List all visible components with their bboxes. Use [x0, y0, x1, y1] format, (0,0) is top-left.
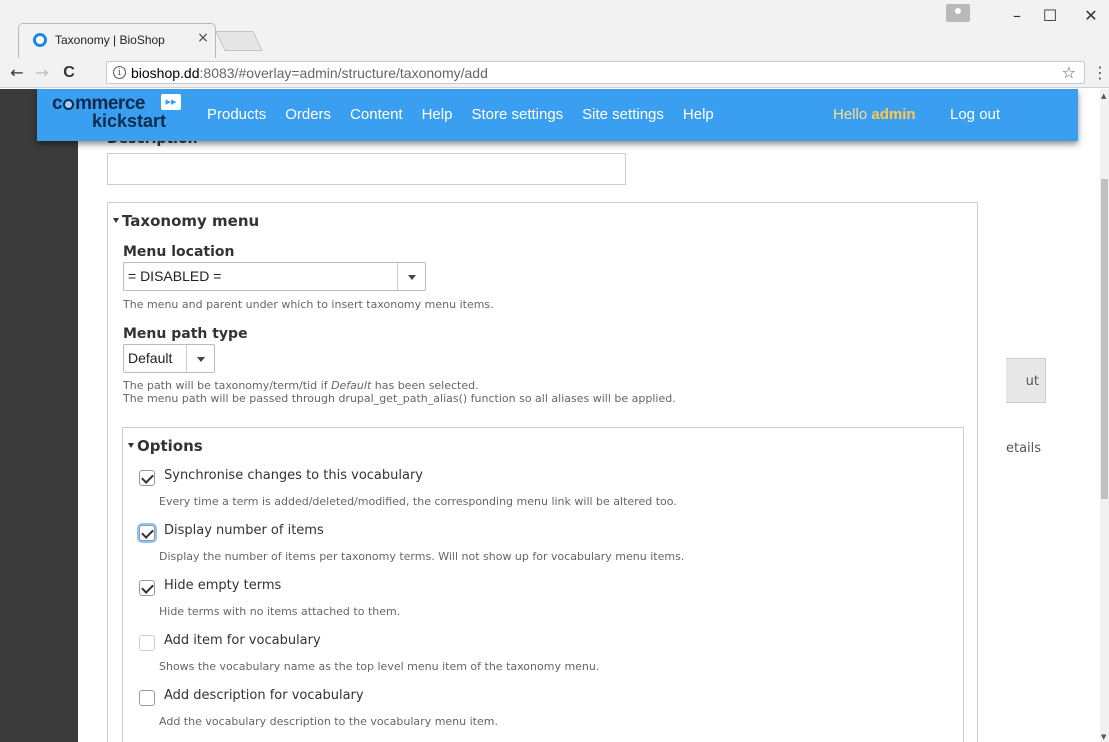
add-description-label[interactable]: Add description for vocabulary: [164, 688, 364, 703]
hide-empty-terms-help: Hide terms with no items attached to the…: [159, 605, 401, 618]
sync-changes-label[interactable]: Synchronise changes to this vocabulary: [164, 468, 423, 483]
reload-icon[interactable]: C: [58, 63, 80, 83]
logo-commerce-c: c: [52, 93, 63, 114]
taxonomy-menu-fieldset: Taxonomy menu Menu location = DISABLED =…: [107, 202, 978, 742]
close-window-icon[interactable]: ✕: [1068, 0, 1109, 32]
maximize-icon[interactable]: ☐: [1027, 0, 1073, 32]
tab-title: Taxonomy | BioShop: [55, 33, 165, 47]
browser-menu-icon[interactable]: ⋮: [1092, 63, 1108, 82]
menu-path-type-value: Default: [128, 350, 173, 366]
path-help-line-1: The path will be taxonomy/term/tid if De…: [123, 379, 479, 392]
path-help-text: The path will be taxonomy/term/tid if: [123, 379, 332, 392]
admin-toolbar: c mmerce ▸▸ kickstart Products Orders Con…: [37, 89, 1078, 141]
taxonomy-menu-legend-text: Taxonomy menu: [122, 212, 260, 230]
collapse-caret-icon: [113, 218, 119, 223]
display-number-help: Display the number of items per taxonomy…: [159, 550, 685, 563]
greeting-text: Hello: [833, 106, 872, 123]
menu-location-select[interactable]: = DISABLED =: [123, 262, 426, 291]
menu-location-value: = DISABLED =: [128, 268, 222, 284]
menu-location-label: Menu location: [123, 244, 235, 260]
forward-arrow-icon[interactable]: →: [31, 63, 53, 83]
page-viewport: ut etails Description Taxonomy menu Menu…: [0, 89, 1100, 742]
sync-changes-checkbox[interactable]: [139, 470, 155, 486]
chevron-down-icon: [186, 345, 214, 372]
path-help-line-2: The menu path will be passed through dru…: [123, 392, 676, 405]
taxonomy-menu-legend[interactable]: Taxonomy menu: [113, 212, 259, 230]
nav-help[interactable]: Help: [422, 106, 453, 123]
url-bar[interactable]: i bioshop.dd:8083/#overlay=admin/structu…: [106, 61, 1085, 84]
back-arrow-icon[interactable]: ←: [6, 63, 28, 83]
user-greeting: Hello admin: [833, 106, 916, 123]
background-page: ut etails: [986, 89, 1100, 742]
options-legend-text: Options: [137, 437, 203, 455]
logout-link[interactable]: Log out: [950, 106, 1000, 123]
logo-arrows-icon: ▸▸: [161, 94, 181, 110]
scroll-up-icon[interactable]: ▲: [1101, 92, 1106, 100]
site-info-icon[interactable]: i: [113, 66, 126, 79]
site-favicon-icon: [33, 33, 47, 47]
bookmark-star-icon[interactable]: ☆: [1062, 63, 1076, 82]
nav-store-settings[interactable]: Store settings: [471, 106, 563, 123]
display-number-label[interactable]: Display number of items: [164, 523, 324, 538]
page-scrollbar[interactable]: ▲ ▼: [1100, 89, 1109, 742]
add-item-vocabulary-help: Shows the vocabulary name as the top lev…: [159, 660, 600, 673]
url-text: bioshop.dd:8083/#overlay=admin/structure…: [131, 65, 488, 81]
description-input[interactable]: [107, 153, 626, 185]
add-item-vocabulary-checkbox[interactable]: [139, 635, 155, 651]
menu-path-type-label: Menu path type: [123, 326, 248, 342]
browser-tab[interactable]: Taxonomy | BioShop ×: [18, 23, 216, 58]
add-description-checkbox[interactable]: [139, 690, 155, 706]
nav-content[interactable]: Content: [350, 106, 403, 123]
collapse-caret-icon: [128, 443, 134, 448]
chevron-down-icon: [397, 263, 425, 290]
path-help-emphasis: Default: [331, 379, 372, 392]
username-link[interactable]: admin: [871, 106, 915, 123]
scroll-down-icon[interactable]: ▼: [1101, 733, 1106, 741]
display-number-checkbox[interactable]: [139, 525, 155, 541]
scrollbar-thumb[interactable]: [1101, 179, 1108, 499]
logo-kickstart[interactable]: kickstart: [92, 111, 166, 132]
options-fieldset: Options Synchronise changes to this voca…: [122, 427, 964, 742]
overlay-dialog: Description Taxonomy menu Menu location …: [78, 89, 1006, 742]
browser-address-row: ← → C i bioshop.dd:8083/#overlay=admin/s…: [0, 58, 1109, 88]
new-tab-button[interactable]: [215, 31, 263, 51]
hide-empty-terms-checkbox[interactable]: [139, 580, 155, 596]
nav-orders[interactable]: Orders: [285, 106, 331, 123]
sync-changes-help: Every time a term is added/deleted/modif…: [159, 495, 677, 508]
nav-help-2[interactable]: Help: [683, 106, 714, 123]
url-host: bioshop.dd: [131, 65, 200, 81]
add-description-help: Add the vocabulary description to the vo…: [159, 715, 498, 728]
background-details-text: etails: [1006, 441, 1042, 456]
tab-close-icon[interactable]: ×: [195, 30, 211, 46]
menu-location-help: The menu and parent under which to inser…: [123, 298, 494, 311]
nav-site-settings[interactable]: Site settings: [582, 106, 664, 123]
hide-empty-terms-label[interactable]: Hide empty terms: [164, 578, 281, 593]
admin-nav: Products Orders Content Help Store setti…: [207, 106, 733, 123]
add-item-vocabulary-label[interactable]: Add item for vocabulary: [164, 633, 321, 648]
path-help-text-end: has been selected.: [371, 379, 479, 392]
options-legend[interactable]: Options: [128, 437, 203, 455]
menu-path-type-select[interactable]: Default: [123, 344, 215, 373]
url-path: :8083/#overlay=admin/structure/taxonomy/…: [199, 65, 488, 81]
logo-dot-icon: [63, 99, 75, 110]
nav-products[interactable]: Products: [207, 106, 266, 123]
browser-tab-strip: Taxonomy | BioShop × – ☐ ✕: [0, 0, 1109, 58]
profile-icon[interactable]: [946, 4, 970, 22]
